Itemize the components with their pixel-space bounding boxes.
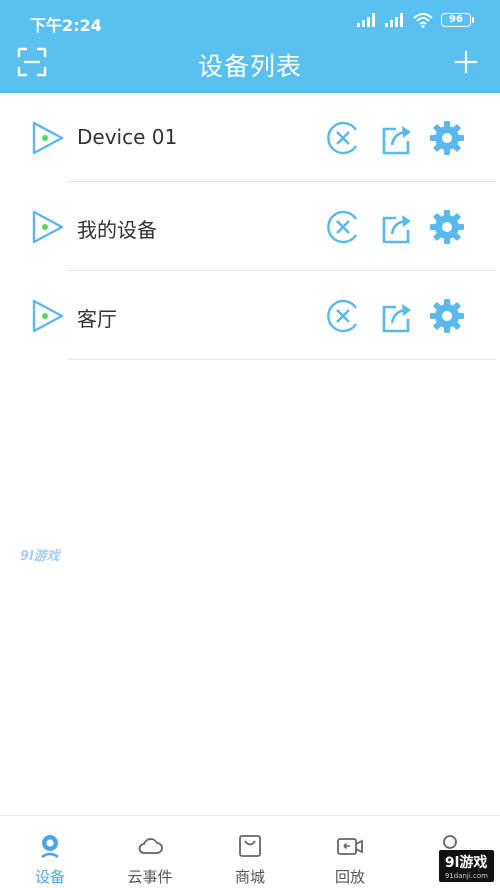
share-icon[interactable] [380,121,416,157]
device-row[interactable]: Device 01 [0,93,500,182]
tab-label: 设备 [34,868,65,886]
gear-icon[interactable] [429,209,465,245]
tab-label: 回放 [334,868,365,886]
signal-hd-icon [385,13,403,27]
play-icon[interactable] [30,120,66,156]
wifi-icon [413,13,433,28]
device-icon [41,835,59,859]
tab-label: 云事件 [127,868,173,886]
bottom-tab-bar: 设备 云事件 商城 回放 [0,815,500,888]
play-icon[interactable] [30,298,66,334]
plus-icon[interactable] [452,48,480,76]
gear-icon[interactable] [429,298,465,334]
status-icons: 96 [357,12,474,28]
delete-icon[interactable] [325,209,361,245]
row-divider [67,359,496,360]
screen: 下午2:24 96 设备列表 Device 01 我的设备 客厅 9l游戏 设备… [0,0,500,888]
cloud-icon [138,838,163,854]
watermark-text: 9l游戏 [444,855,488,871]
device-row[interactable]: 我的设备 [0,182,500,271]
battery-indicator: 96 [441,13,474,27]
delete-icon[interactable] [325,298,361,334]
gear-icon[interactable] [429,120,465,156]
play-icon[interactable] [30,209,66,245]
share-icon[interactable] [380,210,416,246]
watermark-site: 91danji.com [444,872,488,880]
tab-label: 商城 [234,868,265,886]
watermark-logo: 9l游戏 [20,549,60,564]
status-bar: 下午2:24 96 [0,0,500,40]
header-bar: 下午2:24 96 设备列表 [0,0,500,93]
shop-icon [239,835,261,857]
device-row[interactable]: 客厅 [0,271,500,360]
page-title: 设备列表 [197,52,302,81]
tab-cloud-events[interactable]: 云事件 [100,816,200,888]
battery-level: 96 [441,13,471,27]
delete-icon[interactable] [325,120,361,156]
battery-tip [472,17,474,23]
playback-icon [337,838,363,855]
tab-playback[interactable]: 回放 [300,816,400,888]
device-name: 我的设备 [77,218,157,242]
device-name: Device 01 [77,125,178,149]
tab-shop[interactable]: 商城 [200,816,300,888]
device-name: 客厅 [77,307,117,331]
signal-icon [357,13,375,27]
status-time: 下午2:24 [30,16,102,35]
tab-devices[interactable]: 设备 [0,816,100,888]
watermark-badge: 9l游戏 91danji.com [438,850,494,882]
share-icon[interactable] [380,299,416,335]
